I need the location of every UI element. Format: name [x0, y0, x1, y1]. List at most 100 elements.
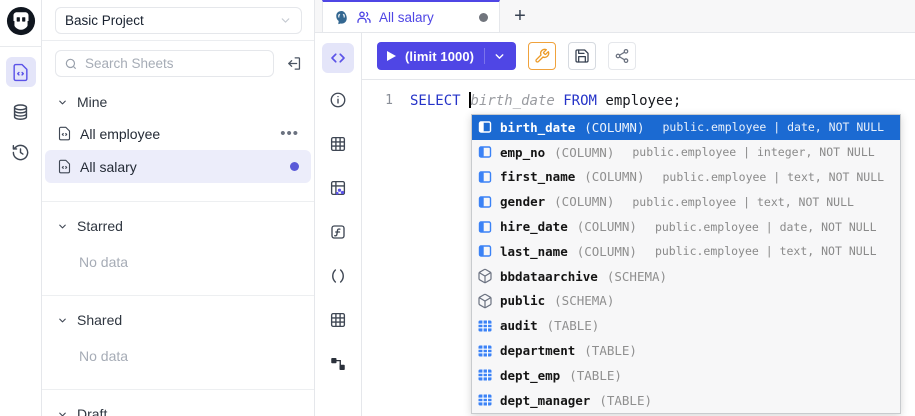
suggestion-kind-icon: [477, 367, 493, 383]
panel-tables-button[interactable]: [322, 129, 354, 159]
section-header-starred[interactable]: Starred: [42, 211, 314, 241]
panel-functions-button[interactable]: [322, 217, 354, 247]
suggestion-kind-icon: [477, 293, 493, 309]
suggestion-kind: (TABLE): [599, 393, 652, 408]
sheet-item-all-salary[interactable]: All salary: [45, 150, 311, 183]
suggestion-kind: (COLUMN): [554, 145, 614, 160]
save-icon: [574, 48, 590, 64]
flow-icon: [329, 355, 347, 373]
suggestion-kind: (SCHEMA): [607, 269, 667, 284]
save-button[interactable]: [568, 42, 596, 70]
parentheses-icon: [329, 267, 347, 285]
suggestion-name: hire_date: [500, 219, 568, 234]
suggestion-kind: (TABLE): [569, 368, 622, 383]
sheet-item-all-employee[interactable]: All employee •••: [45, 117, 311, 150]
tab-bar: All salary +: [315, 0, 915, 33]
suggestion-kind: (COLUMN): [584, 120, 644, 135]
section-label: Shared: [77, 312, 122, 328]
suggestion-kind-icon: [477, 119, 493, 135]
keyword-from: FROM: [563, 93, 597, 109]
admin-mode-button[interactable]: [528, 42, 556, 70]
section-draft: Draft No data: [42, 389, 314, 416]
suggestion-name: first_name: [500, 169, 575, 184]
search-sheets-input[interactable]: Search Sheets: [55, 50, 274, 77]
suggestion-name: department: [500, 343, 575, 358]
project-select[interactable]: Basic Project: [55, 7, 302, 34]
tab-label: All salary: [379, 10, 434, 25]
suggestion-kind: (TABLE): [584, 343, 637, 358]
suggestion-row[interactable]: bbdataarchive (SCHEMA): [472, 264, 900, 289]
suggestion-detail: public.employee | date, NOT NULL: [655, 220, 877, 234]
share-button[interactable]: [608, 42, 636, 70]
empty-state: No data: [42, 341, 314, 371]
more-actions-button[interactable]: •••: [280, 126, 299, 141]
suggestion-row[interactable]: birth_date (COLUMN) public.employee | da…: [472, 115, 900, 140]
import-icon: [286, 55, 303, 72]
ghost-suggestion-text: birth_date: [471, 93, 555, 109]
run-query-button[interactable]: (limit 1000): [377, 42, 516, 70]
panel-temp-tables-button[interactable]: [322, 305, 354, 335]
section-header-shared[interactable]: Shared: [42, 305, 314, 335]
sidebar: Basic Project Search Sheets Mine A: [42, 0, 315, 416]
suggestion-detail: public.employee | integer, NOT NULL: [632, 145, 874, 159]
chevron-down-icon: [57, 221, 68, 232]
editor-region: (limit 1000) 1: [315, 33, 915, 416]
code-text: SELECT birth_date FROM employee;: [410, 91, 681, 111]
sql-editor-app: Basic Project Search Sheets Mine A: [0, 0, 915, 416]
rail-worksheet-button[interactable]: [6, 57, 36, 87]
suggestion-kind-icon: [477, 318, 493, 334]
keyword-select: SELECT: [410, 93, 461, 109]
suggestion-row[interactable]: gender (COLUMN) public.employee | text, …: [472, 189, 900, 214]
suggestion-kind-icon: [477, 392, 493, 408]
rail-history-button[interactable]: [6, 137, 36, 167]
run-divider: [484, 48, 485, 64]
sql-code-editor[interactable]: 1 SELECT birth_date FROM employee; birth…: [362, 80, 915, 416]
section-shared: Shared No data: [42, 295, 314, 380]
wrench-icon: [534, 48, 550, 64]
panel-info-button[interactable]: [322, 85, 354, 115]
tab-all-salary[interactable]: All salary: [322, 0, 500, 32]
chevron-down-icon: [279, 14, 292, 27]
sheet-icon: [57, 126, 72, 141]
editor-toolbar: (limit 1000): [362, 33, 915, 80]
import-sheet-button[interactable]: [282, 52, 306, 76]
suggestion-row[interactable]: first_name (COLUMN) public.employee | te…: [472, 165, 900, 190]
panel-parentheses-button[interactable]: [322, 261, 354, 291]
search-placeholder: Search Sheets: [85, 56, 174, 71]
suggestion-row[interactable]: dept_emp (TABLE): [472, 363, 900, 388]
panel-flow-button[interactable]: [322, 349, 354, 379]
suggestion-row[interactable]: department (TABLE): [472, 338, 900, 363]
suggestion-kind-icon: [477, 268, 493, 284]
suggestion-row[interactable]: public (SCHEMA): [472, 289, 900, 314]
editor-column: (limit 1000) 1: [362, 33, 915, 416]
postgresql-icon: [334, 10, 349, 25]
suggestion-row[interactable]: last_name (COLUMN) public.employee | tex…: [472, 239, 900, 264]
section-label: Draft: [77, 406, 107, 416]
chevron-down-icon[interactable]: [493, 50, 506, 63]
line-number: 1: [362, 91, 402, 111]
bytebase-logo-icon[interactable]: [6, 6, 36, 36]
section-header-mine[interactable]: Mine: [42, 87, 314, 117]
table-icon: [329, 135, 347, 153]
chevron-down-icon: [57, 97, 68, 108]
section-header-draft[interactable]: Draft: [42, 399, 314, 416]
sheet-item-label: All employee: [80, 126, 160, 142]
suggestion-detail: public.employee | text, NOT NULL: [632, 195, 854, 209]
suggestion-row[interactable]: emp_no (COLUMN) public.employee | intege…: [472, 140, 900, 165]
history-icon: [11, 143, 30, 162]
panel-er-diagram-button[interactable]: [322, 173, 354, 203]
rail-database-button[interactable]: [6, 97, 36, 127]
suggestion-kind: (COLUMN): [584, 169, 644, 184]
suggestion-name: audit: [500, 318, 538, 333]
new-tab-button[interactable]: +: [500, 0, 540, 32]
panel-code-button[interactable]: [322, 43, 354, 73]
section-label: Mine: [77, 94, 107, 110]
suggestion-kind: (COLUMN): [554, 194, 614, 209]
suggestion-name: public: [500, 293, 545, 308]
sheet-item-label: All salary: [80, 159, 137, 175]
suggestion-row[interactable]: audit (TABLE): [472, 313, 900, 338]
code-line-1: 1 SELECT birth_date FROM employee;: [362, 80, 915, 111]
suggestion-kind-icon: [477, 144, 493, 160]
suggestion-row[interactable]: dept_manager (TABLE): [472, 388, 900, 413]
suggestion-row[interactable]: hire_date (COLUMN) public.employee | dat…: [472, 214, 900, 239]
